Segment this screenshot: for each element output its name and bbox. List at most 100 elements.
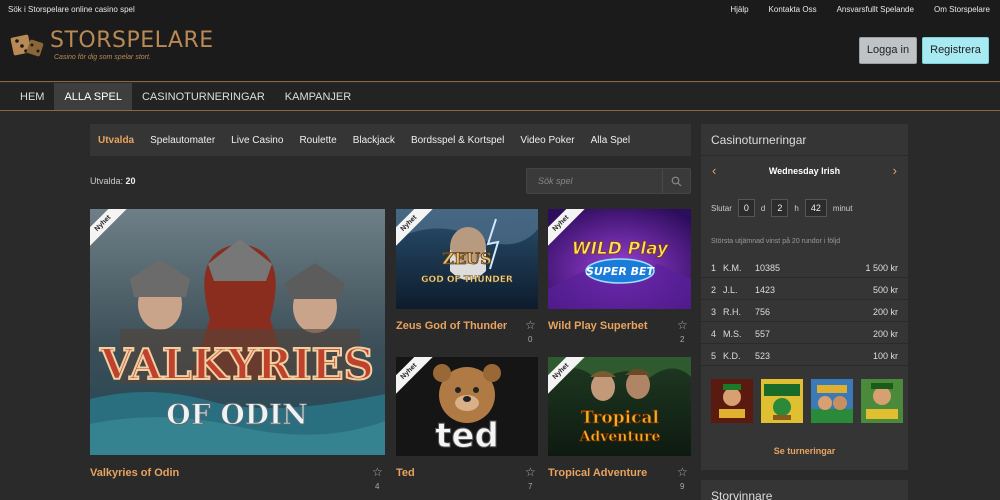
game-title-wild-play[interactable]: Wild Play Superbet (548, 320, 648, 332)
tournament-countdown: Slutar 0 d 2 h 42 minut (711, 199, 852, 217)
player-name: K.M. (723, 263, 742, 273)
tab-table-card-games[interactable]: Bordsspel & Kortspel (411, 135, 504, 146)
nav-item-all-games[interactable]: ALLA SPEL (54, 83, 132, 110)
points: 756 (755, 307, 771, 317)
site-header: STORSPELARE Casino för dig som spelar st… (0, 20, 1000, 82)
prize: 500 kr (872, 285, 898, 295)
game-title-zeus[interactable]: Zeus God of Thunder (396, 320, 507, 332)
player-name: K.D. (723, 351, 741, 361)
top-bar: Sök i Storspelare online casino spel Hjä… (0, 0, 1000, 20)
featured-count: Utvalda: 20 (90, 176, 136, 186)
art-subtitle: SUPER BET (586, 265, 656, 278)
art-subtitle: OF ODIN (166, 398, 307, 431)
points: 557 (755, 329, 771, 339)
game-tile-wild-play[interactable]: WILD Play SUPER BET Nyhet (548, 209, 691, 309)
dice-logo-icon (10, 34, 44, 56)
ends-label: Slutar (711, 203, 732, 213)
hours-value: 2 (771, 199, 789, 217)
tournament-game-thumb[interactable] (761, 379, 803, 423)
player-name: M.S. (723, 329, 742, 339)
nav-item-home[interactable]: HEM (10, 83, 54, 110)
leaderboard-row: 5 K.D. 523 100 kr (701, 344, 908, 366)
nav-item-tournaments[interactable]: CASINOTURNERINGAR (132, 83, 275, 110)
favorite-count: 9 (680, 482, 685, 491)
minutes-unit: minut (832, 203, 853, 213)
leaderboard-row: 3 R.H. 756 200 kr (701, 300, 908, 322)
game-title-ted[interactable]: Ted (396, 467, 415, 479)
player-name: J.L. (723, 285, 738, 295)
game-tile-valkyries[interactable]: VALKYRIES OF ODIN Nyhet (90, 209, 385, 455)
points: 523 (755, 351, 771, 361)
game-tile-zeus[interactable]: ZEUS GOD OF THUNDER Nyhet (396, 209, 538, 309)
game-tile-tropical[interactable]: Tropical Adventure Nyhet (548, 357, 691, 456)
points: 1423 (755, 285, 776, 295)
game-tile-ted[interactable]: ted Nyhet (396, 357, 538, 456)
prize: 200 kr (872, 307, 898, 317)
help-link[interactable]: Hjälp (730, 5, 748, 14)
search-icon (671, 176, 682, 186)
rank: 2 (711, 285, 717, 295)
nav-item-campaigns[interactable]: KAMPANJER (275, 83, 361, 110)
star-icon[interactable]: ☆ (372, 466, 383, 478)
chevron-right-icon[interactable]: › (893, 163, 897, 178)
tournaments-panel: Casinoturneringar ‹ Wednesday Irish › Sl… (701, 124, 908, 470)
tournament-game-thumb[interactable] (711, 379, 753, 423)
rank: 5 (711, 351, 717, 361)
tab-blackjack[interactable]: Blackjack (353, 135, 395, 146)
contact-link[interactable]: Kontakta Oss (769, 5, 817, 14)
search-button[interactable] (662, 169, 690, 193)
brand-slogan: Casino för dig som spelar stort. (54, 54, 151, 61)
main-nav: HEM ALLA SPEL CASINOTURNERINGAR KAMPANJE… (0, 83, 1000, 111)
prize: 100 kr (872, 351, 898, 361)
rank: 3 (711, 307, 717, 317)
tab-slots[interactable]: Spelautomater (150, 135, 215, 146)
leaderboard-row: 4 M.S. 557 200 kr (701, 322, 908, 344)
brand-name: STORSPELARE (50, 28, 214, 53)
game-art: VALKYRIES OF ODIN (90, 209, 385, 455)
leaderboard-row: 1 K.M. 10385 1 500 kr (701, 256, 908, 278)
search-input[interactable] (527, 169, 663, 193)
tournament-rule: Största utjämnad vinst på 20 rundor i fö… (711, 238, 841, 245)
star-icon[interactable]: ☆ (677, 466, 688, 478)
star-icon[interactable]: ☆ (677, 319, 688, 331)
game-title-valkyries[interactable]: Valkyries of Odin (90, 467, 179, 479)
player-name: R.H. (723, 307, 741, 317)
logo[interactable]: STORSPELARE Casino för dig som spelar st… (10, 30, 214, 61)
rank: 4 (711, 329, 717, 339)
tab-live-casino[interactable]: Live Casino (231, 135, 283, 146)
responsible-gaming-link[interactable]: Ansvarsfullt Spelande (837, 5, 914, 14)
art-title: ZEUS (442, 249, 491, 268)
star-icon[interactable]: ☆ (525, 319, 536, 331)
tab-featured[interactable]: Utvalda (98, 135, 134, 146)
login-button[interactable]: Logga in (859, 37, 917, 64)
top-links: Hjälp Kontakta Oss Ansvarsfullt Spelande… (730, 5, 990, 14)
prize: 1 500 kr (865, 263, 898, 273)
points: 10385 (755, 263, 781, 273)
days-value: 0 (737, 199, 755, 217)
art-title: WILD Play (572, 239, 669, 259)
tournament-game-thumb[interactable] (811, 379, 853, 423)
big-winners-panel: Storvinnare (701, 480, 908, 500)
game-title-tropical[interactable]: Tropical Adventure (548, 467, 647, 479)
favorite-count: 7 (528, 482, 533, 491)
tab-all-games[interactable]: Alla Spel (591, 135, 630, 146)
prize: 200 kr (872, 329, 898, 339)
tab-video-poker[interactable]: Video Poker (520, 135, 574, 146)
minutes-value: 42 (804, 199, 827, 217)
big-winners-heading: Storvinnare (711, 489, 773, 500)
tournament-name: Wednesday Irish (768, 166, 841, 176)
art-subtitle: GOD OF THUNDER (421, 275, 513, 285)
days-unit: d (760, 203, 766, 213)
art-title: VALKYRIES (99, 340, 374, 389)
tournament-game-thumb[interactable] (861, 379, 903, 423)
tournament-switcher: ‹ Wednesday Irish › (701, 156, 908, 186)
tab-roulette[interactable]: Roulette (299, 135, 336, 146)
tournament-games (711, 379, 903, 423)
art-title: Tropical (581, 408, 659, 428)
favorite-count: 4 (375, 482, 380, 491)
about-link[interactable]: Om Storspelare (934, 5, 990, 14)
count-label: Utvalda: (90, 176, 124, 186)
star-icon[interactable]: ☆ (525, 466, 536, 478)
see-tournaments-link[interactable]: Se turneringar (701, 446, 908, 456)
register-button[interactable]: Registrera (922, 37, 989, 64)
